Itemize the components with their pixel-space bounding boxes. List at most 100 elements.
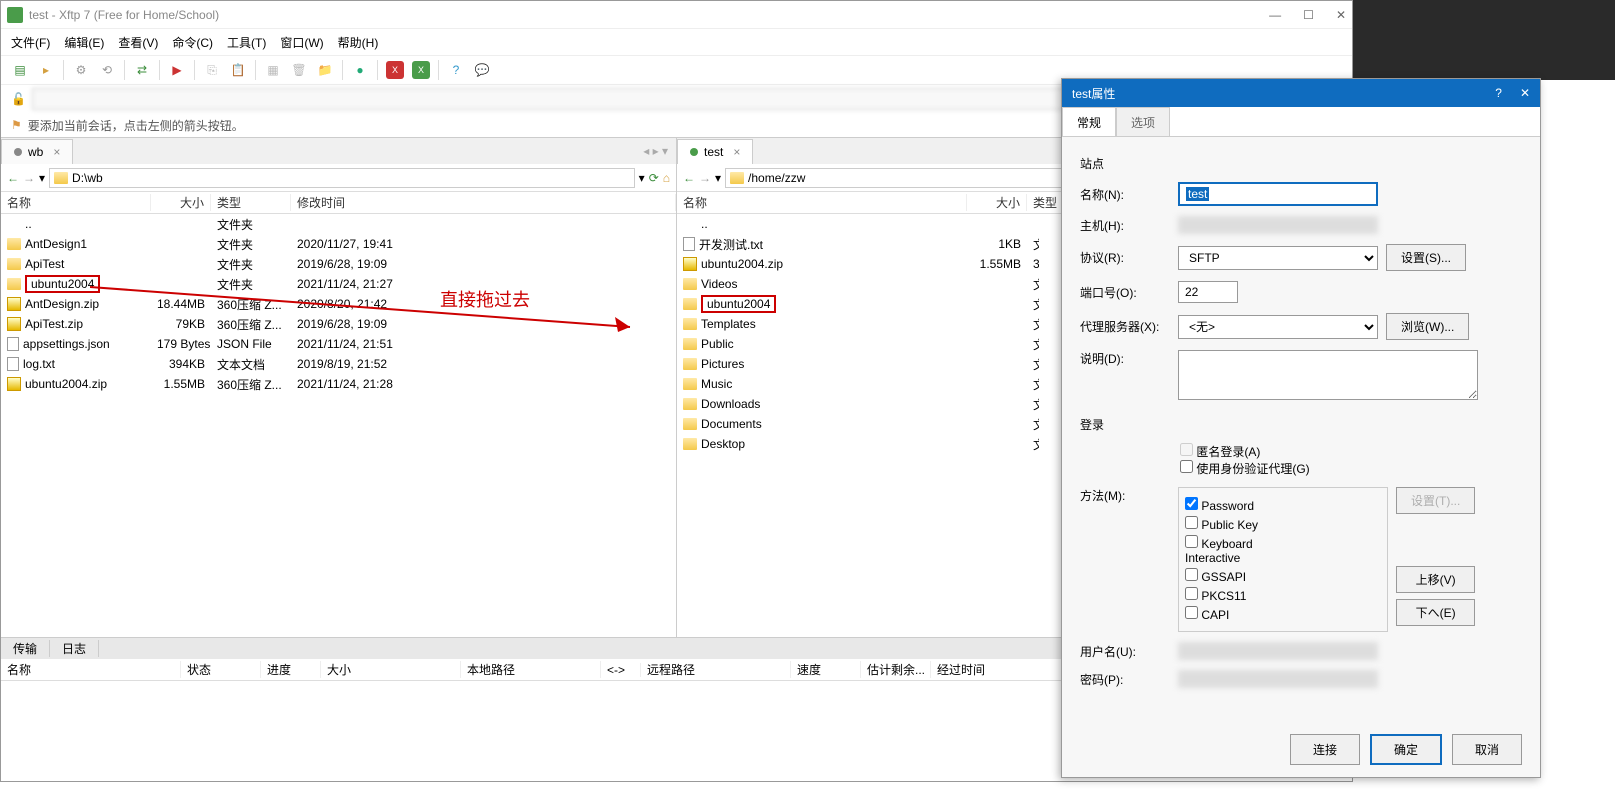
globe-icon[interactable]: ● (351, 61, 369, 79)
agent-checkbox[interactable]: 使用身份验证代理(G) (1180, 462, 1310, 476)
col-name[interactable]: 名称 (677, 194, 967, 211)
menu-view[interactable]: 查看(V) (118, 34, 158, 51)
tab-transfer[interactable]: 传输 (1, 640, 50, 657)
method-settings-button[interactable]: 设置(T)... (1396, 487, 1475, 514)
left-tab[interactable]: wb × (1, 139, 73, 164)
proxy-select[interactable]: <无> (1178, 315, 1378, 339)
right-tab[interactable]: test × (677, 139, 753, 164)
list-item[interactable]: AntDesign1文件夹2020/11/27, 19:41 (1, 234, 676, 254)
col-mod[interactable]: 修改时间 (291, 194, 676, 211)
tcol-progress[interactable]: 进度 (261, 661, 321, 678)
list-item[interactable]: ubuntu2004.zip1.55MB360压缩 Z...2021/11/24… (1, 374, 676, 394)
label-host: 主机(H): (1080, 217, 1170, 234)
link-icon[interactable]: ⚙ (72, 61, 90, 79)
maximize-button[interactable]: ☐ (1303, 8, 1314, 22)
close-button[interactable]: ✕ (1336, 8, 1346, 22)
label-user: 用户名(U): (1080, 643, 1170, 660)
cancel-button[interactable]: 取消 (1452, 734, 1522, 765)
tcol-dir[interactable]: <-> (601, 663, 641, 677)
port-input[interactable] (1178, 281, 1238, 303)
menu-help[interactable]: 帮助(H) (338, 34, 379, 51)
proxy-browse-button[interactable]: 浏览(W)... (1386, 313, 1469, 340)
col-size[interactable]: 大小 (967, 194, 1027, 211)
home-icon[interactable]: ⌂ (663, 171, 670, 185)
copy-icon[interactable]: ⎘ (203, 61, 221, 79)
left-filelist[interactable]: ..文件夹AntDesign1文件夹2020/11/27, 19:41ApiTe… (1, 214, 676, 637)
list-item[interactable]: ApiTest.zip79KB360压缩 Z...2019/6/28, 19:0… (1, 314, 676, 334)
paste-icon[interactable]: 📋 (229, 61, 247, 79)
col-name[interactable]: 名称 (1, 194, 151, 211)
tab-general[interactable]: 常规 (1062, 107, 1116, 136)
fwd-icon[interactable]: → (699, 171, 711, 185)
col-size[interactable]: 大小 (151, 194, 211, 211)
password-input[interactable] (1178, 670, 1378, 688)
proto-select[interactable]: SFTP (1178, 246, 1378, 270)
xshell-icon[interactable]: X (386, 61, 404, 79)
dialog-help-icon[interactable]: ? (1495, 86, 1502, 100)
list-item[interactable]: ubuntu2004文件夹2021/11/24, 21:27 (1, 274, 676, 294)
list-item[interactable]: AntDesign.zip18.44MB360压缩 Z...2020/8/20,… (1, 294, 676, 314)
anon-checkbox[interactable]: 匿名登录(A) (1180, 445, 1260, 459)
play-icon[interactable]: ▶ (168, 61, 186, 79)
connect-button[interactable]: 连接 (1290, 734, 1360, 765)
username-input[interactable] (1178, 642, 1378, 660)
minimize-button[interactable]: — (1269, 8, 1281, 22)
address-field[interactable] (32, 88, 1224, 110)
delete-icon[interactable]: 🗑 (290, 61, 308, 79)
back-icon[interactable]: ← (7, 171, 19, 185)
tcol-name[interactable]: 名称 (1, 661, 181, 678)
chat-icon[interactable]: 💬 (473, 61, 491, 79)
tab-close-icon[interactable]: × (733, 145, 740, 159)
list-item[interactable]: appsettings.json179 BytesJSON File2021/1… (1, 334, 676, 354)
props-icon[interactable]: ▦ (264, 61, 282, 79)
transfer-icon[interactable]: ⇄ (133, 61, 151, 79)
menu-window[interactable]: 窗口(W) (280, 34, 323, 51)
tcol-speed[interactable]: 速度 (791, 661, 861, 678)
dialog-titlebar: test属性 ? ✕ (1062, 79, 1540, 107)
tcol-local[interactable]: 本地路径 (461, 661, 601, 678)
ok-button[interactable]: 确定 (1370, 734, 1442, 765)
up-icon[interactable]: ▾ (39, 171, 45, 185)
dialog-close-icon[interactable]: ✕ (1520, 86, 1530, 100)
left-path[interactable]: D:\wb (49, 168, 635, 188)
tab-options[interactable]: 选项 (1116, 107, 1170, 136)
move-down-button[interactable]: 下へ(E) (1396, 599, 1475, 626)
refresh-icon[interactable]: ⟳ (649, 171, 659, 185)
menu-file[interactable]: 文件(F) (11, 34, 50, 51)
label-name: 名称(N): (1080, 186, 1170, 203)
move-up-button[interactable]: 上移(V) (1396, 566, 1475, 593)
path-dropdown-icon[interactable]: ▾ (639, 171, 645, 185)
newfolder-icon[interactable]: 📁 (316, 61, 334, 79)
flag-icon: ⚑ (11, 118, 22, 132)
menu-tools[interactable]: 工具(T) (227, 34, 266, 51)
help-icon[interactable]: ? (447, 61, 465, 79)
back-icon[interactable]: ← (683, 171, 695, 185)
dialog-tabs: 常规 选项 (1062, 107, 1540, 137)
menu-edit[interactable]: 编辑(E) (64, 34, 104, 51)
tcol-eta[interactable]: 估计剩余... (861, 661, 931, 678)
tab-log[interactable]: 日志 (50, 640, 99, 657)
section-login: 登录 (1080, 416, 1522, 433)
list-item[interactable]: log.txt394KB文本文档2019/8/19, 21:52 (1, 354, 676, 374)
left-pane: wb × ◂ ▸ ▾ ← → ▾ D:\wb ▾ ⟳ ⌂ 名称 大小 (1, 138, 677, 637)
tab-nav-icons[interactable]: ◂ ▸ ▾ (635, 144, 676, 158)
open-icon[interactable]: ▸ (37, 61, 55, 79)
list-item[interactable]: ..文件夹 (1, 214, 676, 234)
list-item[interactable]: ApiTest文件夹2019/6/28, 19:09 (1, 254, 676, 274)
reconnect-icon[interactable]: ⟲ (98, 61, 116, 79)
col-type[interactable]: 类型 (211, 194, 291, 211)
up-icon[interactable]: ▾ (715, 171, 721, 185)
methods-list[interactable]: Password Public Key Keyboard Interactive… (1178, 487, 1388, 632)
tab-close-icon[interactable]: × (53, 145, 60, 159)
tcol-size[interactable]: 大小 (321, 661, 461, 678)
name-input[interactable]: test (1178, 182, 1378, 206)
host-input[interactable] (1178, 216, 1378, 234)
desc-textarea[interactable] (1178, 350, 1478, 400)
new-icon[interactable]: ▤ (11, 61, 29, 79)
tcol-status[interactable]: 状态 (181, 661, 261, 678)
fwd-icon[interactable]: → (23, 171, 35, 185)
menu-command[interactable]: 命令(C) (172, 34, 213, 51)
proto-settings-button[interactable]: 设置(S)... (1386, 244, 1466, 271)
tcol-remote[interactable]: 远程路径 (641, 661, 791, 678)
xftp-icon[interactable]: X (412, 61, 430, 79)
